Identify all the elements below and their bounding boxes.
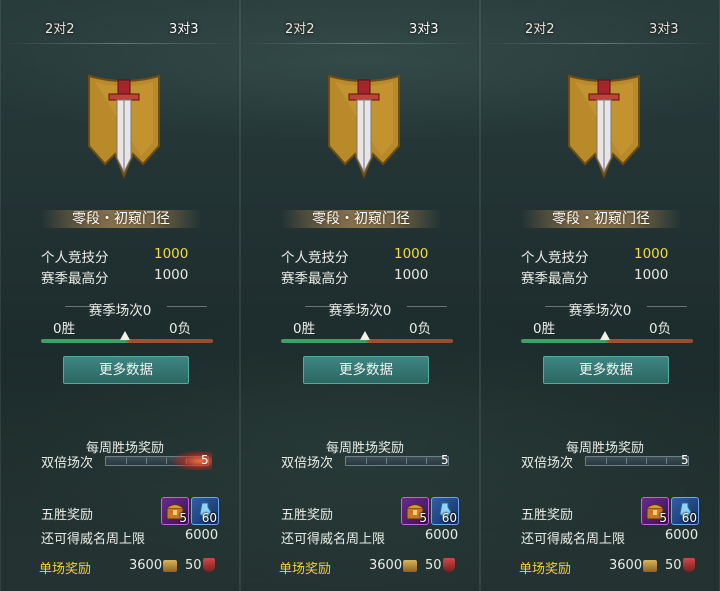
season-matches: 赛季场次0 [88,303,152,319]
tab-divider [241,43,479,44]
potion-count: 60 [681,511,697,525]
rank-title: 零段・初窥门径 [72,211,170,227]
double-label: 双倍场次 [281,456,334,471]
losses-count: 0负 [649,321,672,337]
weekly-reward-title: 每周胜场奖励 [325,441,404,456]
win-loss-marker-icon [600,331,610,340]
sword-banner-emblem-icon [568,74,640,179]
sword-banner-emblem-icon [328,74,400,179]
season-matches: 赛季场次0 [328,303,392,319]
treasure-chest-item[interactable]: 5 [401,497,429,525]
single-honor-value: 50 [665,558,682,573]
season-high-value: 1000 [154,267,189,283]
personal-score-value: 1000 [634,246,669,262]
double-progress-bar [105,450,212,470]
sword-banner-emblem-icon [88,74,160,179]
five-win-label: 五胜奖励 [281,508,334,523]
wins-count: 0胜 [293,321,316,337]
double-label: 双倍场次 [41,456,94,471]
personal-score-label: 个人竞技分 [281,250,349,266]
mode-tabs: 2对2 3对3 [241,16,479,44]
chest-count: 5 [179,511,187,525]
five-win-label: 五胜奖励 [41,508,94,523]
season-high-value: 1000 [634,267,669,283]
rank-title: 零段・初窥门径 [312,211,410,227]
double-count: 5 [201,453,209,467]
more-data-button[interactable]: 更多数据 [303,356,429,384]
treasure-chest-item[interactable]: 5 [641,497,669,525]
single-reward-label: 单场奖励 [519,562,572,577]
fame-cap-value: 6000 [665,528,699,543]
single-reward-label: 单场奖励 [39,562,92,577]
tab-3v3[interactable]: 3对3 [649,16,679,44]
win-loss-marker-icon [120,331,130,340]
double-count: 5 [441,453,449,467]
tab-2v2[interactable]: 2对2 [45,16,75,44]
tab-divider [1,43,239,44]
coin-icon [403,560,417,572]
rank-banner: 零段・初窥门径 [281,204,441,232]
five-win-label: 五胜奖励 [521,508,574,523]
single-honor-value: 50 [425,558,442,573]
fame-cap-value: 6000 [185,528,219,543]
coin-icon [163,560,177,572]
fame-cap-label: 还可得威名周上限 [521,532,626,547]
losses-count: 0负 [409,321,432,337]
single-coin-value: 3600 [609,558,643,573]
single-reward-label: 单场奖励 [279,562,332,577]
wins-count: 0胜 [533,321,556,337]
single-coin-value: 3600 [129,558,163,573]
single-coin-value: 3600 [369,558,403,573]
tab-2v2[interactable]: 2对2 [285,16,315,44]
double-progress-bar [585,456,689,466]
honor-shield-icon [683,558,695,572]
double-label: 双倍场次 [521,456,574,471]
chest-count: 5 [419,511,427,525]
double-count: 5 [681,453,689,467]
personal-score-value: 1000 [394,246,429,262]
more-data-button[interactable]: 更多数据 [543,356,669,384]
win-loss-marker-icon [360,331,370,340]
fame-cap-label: 还可得威名周上限 [41,532,146,547]
potion-count: 60 [441,511,457,525]
season-high-label: 赛季最高分 [521,271,589,287]
season-high-label: 赛季最高分 [281,271,349,287]
fame-cap-value: 6000 [425,528,459,543]
honor-shield-icon [443,558,455,572]
potion-item[interactable]: 60 [431,497,459,525]
coin-icon [643,560,657,572]
losses-count: 0负 [169,321,192,337]
panels: 2对2 3对3 零段・初窥门径 个人竞技分 1000 赛季最高分 1000 赛季… [0,0,720,591]
treasure-chest-item[interactable]: 5 [161,497,189,525]
mode-tabs: 2对2 3对3 [481,16,719,44]
chest-count: 5 [659,511,667,525]
mode-tabs: 2对2 3对3 [1,16,239,44]
tab-2v2[interactable]: 2对2 [525,16,555,44]
tab-3v3[interactable]: 3对3 [379,16,450,44]
tab-3v3[interactable]: 3对3 [139,16,210,44]
personal-score-label: 个人竞技分 [521,250,589,266]
ranking-panel: 2对2 3对3 零段・初窥门径 个人竞技分 1000 赛季最高分 1000 赛季… [480,0,720,591]
season-matches: 赛季场次0 [568,303,632,319]
personal-score-label: 个人竞技分 [41,250,109,266]
potion-item[interactable]: 60 [671,497,699,525]
double-progress-bar [345,456,449,466]
potion-item[interactable]: 60 [191,497,219,525]
rank-banner: 零段・初窥门径 [41,204,201,232]
single-honor-value: 50 [185,558,202,573]
rank-banner: 零段・初窥门径 [521,204,681,232]
personal-score-value: 1000 [154,246,189,262]
rank-title: 零段・初窥门径 [552,211,650,227]
ranking-panel: 2对2 3对3 零段・初窥门径 个人竞技分 1000 赛季最高分 1000 赛季… [240,0,480,591]
tab-divider [481,43,719,44]
potion-count: 60 [201,511,217,525]
wins-count: 0胜 [53,321,76,337]
honor-shield-icon [203,558,215,572]
season-high-label: 赛季最高分 [41,271,109,287]
fame-cap-label: 还可得威名周上限 [281,532,386,547]
season-high-value: 1000 [394,267,429,283]
ranking-panel: 2对2 3对3 零段・初窥门径 个人竞技分 1000 赛季最高分 1000 赛季… [0,0,240,591]
more-data-button[interactable]: 更多数据 [63,356,189,384]
